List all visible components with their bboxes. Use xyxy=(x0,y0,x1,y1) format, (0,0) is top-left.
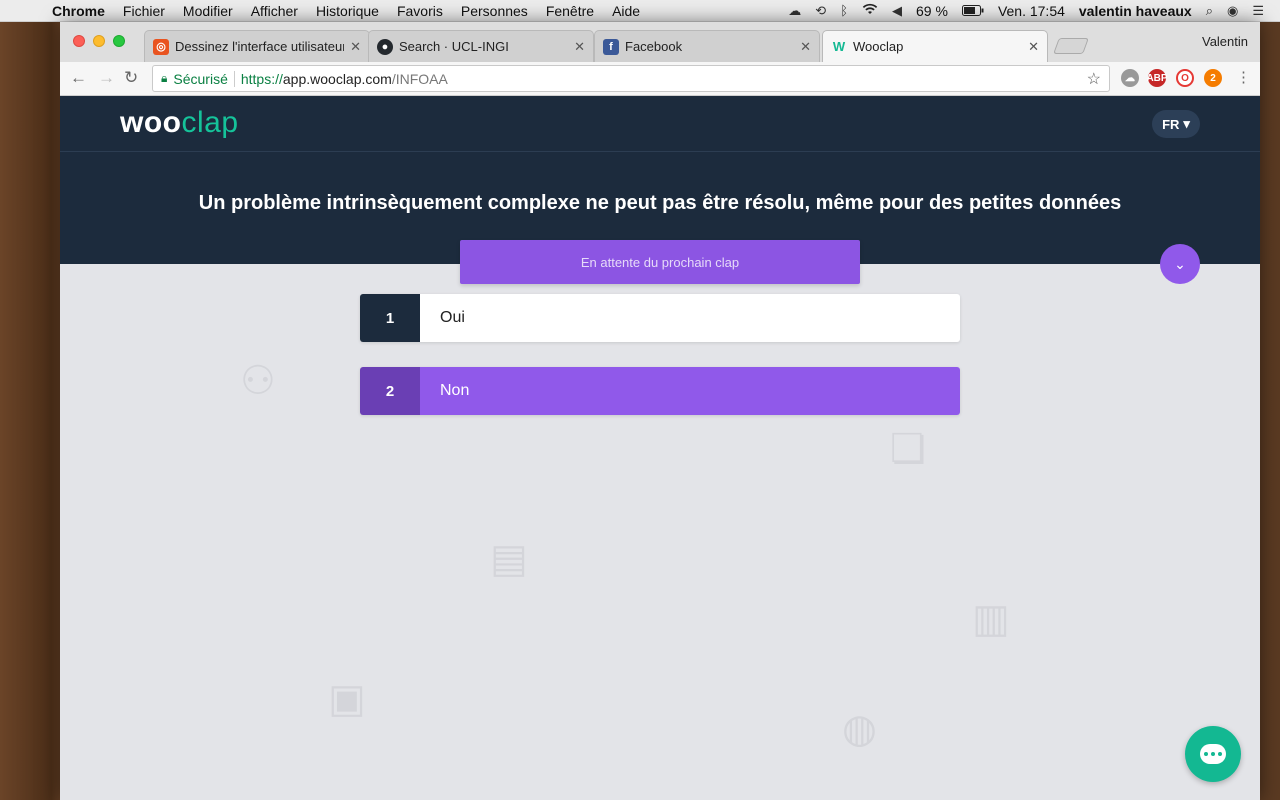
waiting-banner: En attente du prochain clap xyxy=(460,240,860,284)
adblock-extension-icon[interactable]: ABP xyxy=(1146,69,1168,87)
reload-icon[interactable]: ↻ xyxy=(124,68,138,88)
profile-button[interactable]: Valentin xyxy=(1202,34,1248,49)
question-title: Un problème intrinsèquement complexe ne … xyxy=(198,192,1122,214)
secure-label[interactable]: Sécurisé xyxy=(173,71,227,87)
chat-support-button[interactable] xyxy=(1185,726,1241,782)
answer-option-oui[interactable]: 1 Oui xyxy=(360,294,960,342)
battery-percent: 69 % xyxy=(916,2,948,19)
zoom-window-button[interactable] xyxy=(113,35,125,47)
people-icon: ⚇ xyxy=(240,359,276,403)
cloud-extension-icon[interactable]: ☁ xyxy=(1121,69,1139,87)
opera-extension-icon[interactable]: O xyxy=(1176,69,1194,87)
wifi-icon[interactable] xyxy=(862,3,878,18)
documents-icon: ▥ xyxy=(972,597,1010,641)
extension-icon[interactable]: 2 xyxy=(1204,69,1222,87)
tab-title: Wooclap xyxy=(853,39,904,54)
answer-option-non[interactable]: 2 Non xyxy=(360,367,960,415)
logo-text-woo: woo xyxy=(120,106,182,139)
close-tab-icon[interactable]: ✕ xyxy=(574,39,585,55)
chevron-down-icon: ⌄ xyxy=(1174,255,1186,272)
basketball-icon: ◍ xyxy=(842,707,877,751)
menu-fichier[interactable]: Fichier xyxy=(123,3,165,19)
menu-personnes[interactable]: Personnes xyxy=(461,3,528,19)
question-header: wooclap FR ▾ Un problème intrinsèquement… xyxy=(60,96,1260,264)
chat-icon xyxy=(1200,744,1226,764)
battery-icon[interactable] xyxy=(961,3,984,19)
menu-historique[interactable]: Historique xyxy=(316,3,379,19)
menubar: Chrome Fichier Modifier Afficher Histori… xyxy=(0,0,1280,22)
wooclap-icon: W xyxy=(832,39,846,54)
address-bar[interactable]: 🔒︎ Sécurisé https:// app.wooclap.com /IN… xyxy=(152,65,1110,92)
close-window-button[interactable] xyxy=(73,35,85,47)
tab-github-search[interactable]: ● Search · UCL-INGI ✕ xyxy=(368,30,594,62)
caret-down-icon: ▾ xyxy=(1183,116,1190,131)
bookmark-star-icon[interactable]: ☆ xyxy=(1087,69,1101,89)
menu-aide[interactable]: Aide xyxy=(612,3,640,19)
collapse-header-button[interactable]: ⌄ xyxy=(1160,244,1200,284)
spotlight-search-icon[interactable]: ⌕ xyxy=(1206,3,1213,19)
language-label: FR xyxy=(1162,116,1180,132)
volume-icon[interactable]: ◀ xyxy=(892,3,902,19)
github-icon: ● xyxy=(377,38,393,55)
answer-label: Non xyxy=(420,367,960,415)
ubuntu-icon: ◎ xyxy=(153,38,169,55)
url-scheme: https:// xyxy=(240,70,283,87)
time-machine-icon[interactable]: ⟲ xyxy=(815,3,826,19)
minimize-window-button[interactable] xyxy=(93,35,105,47)
divider xyxy=(233,70,235,87)
new-tab-button[interactable] xyxy=(1053,38,1089,54)
chrome-menu-icon[interactable]: ⋮ xyxy=(1236,68,1251,86)
tab-dessinez[interactable]: ◎ Dessinez l'interface utilisateur ✕ xyxy=(144,30,370,62)
answer-number: 1 xyxy=(360,294,420,342)
answer-number: 2 xyxy=(360,367,420,415)
tab-facebook[interactable]: f Facebook ✕ xyxy=(594,30,820,62)
back-arrow-icon[interactable]: ← xyxy=(70,68,87,88)
tab-strip: ◎ Dessinez l'interface utilisateur ✕ ● S… xyxy=(60,22,1260,62)
bluetooth-icon[interactable]: ᛒ xyxy=(840,3,848,18)
menu-modifier[interactable]: Modifier xyxy=(183,3,233,19)
tab-title: Facebook xyxy=(625,39,683,54)
url-path: /INFOAA xyxy=(391,70,448,87)
close-tab-icon[interactable]: ✕ xyxy=(350,39,361,55)
answer-label: Oui xyxy=(420,294,960,342)
menubar-user[interactable]: valentin haveaux xyxy=(1079,3,1192,19)
wooclap-page: wooclap FR ▾ Un problème intrinsèquement… xyxy=(60,96,1260,800)
menubar-clock[interactable]: Ven. 17:54 xyxy=(998,3,1065,19)
lock-icon[interactable]: 🔒︎ xyxy=(161,71,167,86)
siri-icon[interactable]: ◉ xyxy=(1227,3,1238,19)
tab-title: Search · UCL-INGI xyxy=(399,39,509,54)
menu-fenetre[interactable]: Fenêtre xyxy=(546,3,594,19)
image-icon: ▣ xyxy=(328,677,366,721)
logo-text-clap: clap xyxy=(181,106,239,139)
browser-window: ◎ Dessinez l'interface utilisateur ✕ ● S… xyxy=(60,22,1260,800)
wooclap-logo[interactable]: wooclap xyxy=(120,106,239,140)
url-host: app.wooclap.com xyxy=(282,70,392,87)
forward-arrow-icon[interactable]: → xyxy=(98,68,115,88)
chat-bubbles-icon: ❏ xyxy=(890,427,926,471)
clipboard-icon: ▤ xyxy=(490,537,528,581)
menu-app-name[interactable]: Chrome xyxy=(52,3,105,19)
notification-center-icon[interactable]: ☰ xyxy=(1252,3,1264,19)
creative-cloud-icon[interactable]: ☁ xyxy=(788,3,801,19)
facebook-icon: f xyxy=(603,38,619,55)
menu-afficher[interactable]: Afficher xyxy=(251,3,298,19)
menu-favoris[interactable]: Favoris xyxy=(397,3,443,19)
tab-wooclap[interactable]: W Wooclap ✕ xyxy=(822,30,1048,62)
close-tab-icon[interactable]: ✕ xyxy=(1028,39,1039,55)
close-tab-icon[interactable]: ✕ xyxy=(800,39,811,55)
language-selector[interactable]: FR ▾ xyxy=(1152,110,1200,138)
browser-toolbar: ← → ↻ 🔒︎ Sécurisé https:// app.wooclap.c… xyxy=(60,62,1260,96)
top-nav: wooclap FR ▾ xyxy=(60,96,1260,152)
tab-title: Dessinez l'interface utilisateur xyxy=(175,39,345,54)
